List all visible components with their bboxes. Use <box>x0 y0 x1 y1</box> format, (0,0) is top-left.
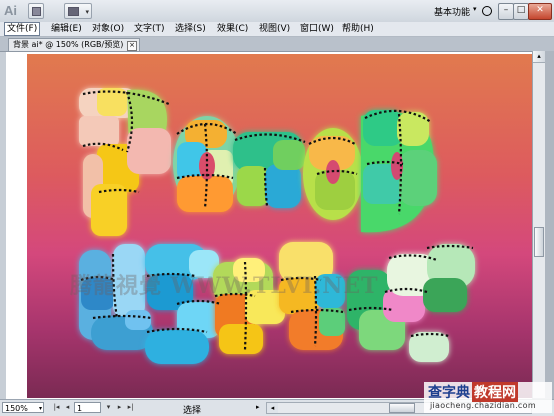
letter-s-bottom <box>145 244 221 364</box>
first-page-icon[interactable]: |◂ <box>52 403 61 412</box>
arrange-documents-button[interactable]: ▾ <box>64 3 92 19</box>
next-page-icon[interactable]: ▸ <box>115 403 124 412</box>
minimize-icon: – <box>503 5 509 15</box>
menu-type[interactable]: 文字(T) <box>132 23 167 35</box>
close-icon: ✕ <box>536 5 544 15</box>
letter-d-top <box>361 110 437 233</box>
site-name-text: 查字典 <box>428 385 470 401</box>
document-tab-title: 背景 ai* @ 150% (RGB/预览) <box>13 40 124 49</box>
app-logo: Ai <box>4 3 17 18</box>
last-page-icon[interactable]: ▸| <box>126 403 135 412</box>
menu-help[interactable]: 帮助(H) <box>340 23 376 35</box>
status-arrow-icon[interactable]: ▸ <box>256 403 260 411</box>
title-bar: Ai ▾ 基本功能 ▾ – □ ✕ <box>0 0 554 23</box>
letter-r-top <box>233 132 305 208</box>
site-watermark-badge: 查字典 教程网 jiaocheng.chazidian.com <box>424 382 552 413</box>
bridge-button[interactable] <box>28 3 44 19</box>
arrange-icon <box>68 7 79 16</box>
chevron-down-icon: ▾ <box>85 8 89 16</box>
letter-p-top <box>79 88 171 236</box>
artboard[interactable] <box>27 54 532 398</box>
workspace-switcher[interactable]: 基本功能 <box>434 5 470 18</box>
letter-o2-top <box>303 128 363 220</box>
vertical-scrollbar[interactable]: ▴ <box>532 51 545 398</box>
vertical-scroll-thumb[interactable] <box>534 227 544 257</box>
document-tab-strip: 背景 ai* @ 150% (RGB/预览) × <box>0 37 554 51</box>
status-tool-label[interactable]: 选择 <box>183 403 201 416</box>
close-button[interactable]: ✕ <box>528 3 552 20</box>
menu-edit[interactable]: 编辑(E) <box>49 23 84 35</box>
right-panel-edge <box>545 51 554 398</box>
maximize-button[interactable]: □ <box>513 3 529 20</box>
tab-close-icon[interactable]: × <box>127 41 137 51</box>
page-dropdown-icon[interactable]: ▾ <box>104 403 113 412</box>
canvas-watermark: 腾龍視覺 WWW.TLVI.NET <box>70 273 379 299</box>
prev-page-icon[interactable]: ◂ <box>63 403 72 412</box>
workspace-dropdown-icon[interactable]: ▾ <box>473 5 477 13</box>
maximize-icon: □ <box>516 5 526 15</box>
menu-window[interactable]: 窗口(W) <box>298 23 336 35</box>
patchwork-text-artwork[interactable] <box>27 54 532 398</box>
scroll-left-icon[interactable]: ◂ <box>267 403 278 413</box>
zoom-value: 150% <box>5 404 28 413</box>
menu-bar: 文件(F) 编辑(E) 对象(O) 文字(T) 选择(S) 效果(C) 视图(V… <box>0 22 554 37</box>
chevron-down-icon: ▾ <box>38 405 42 412</box>
site-name: 查字典 教程网 <box>428 382 518 402</box>
menu-select[interactable]: 选择(S) <box>173 23 208 35</box>
zoom-select[interactable]: 150% ▾ <box>2 402 44 413</box>
bridge-icon <box>32 7 41 16</box>
page-number: 1 <box>77 404 83 413</box>
menu-view[interactable]: 视图(V) <box>257 23 292 35</box>
site-tag: 教程网 <box>472 382 518 402</box>
document-tab[interactable]: 背景 ai* @ 150% (RGB/预览) × <box>8 38 140 51</box>
page-number-field[interactable]: 1 <box>74 402 101 413</box>
site-url: jiaocheng.chazidian.com <box>430 401 536 410</box>
canvas-left-edge <box>0 52 6 399</box>
menu-effect[interactable]: 效果(C) <box>215 23 250 35</box>
horizontal-scroll-thumb[interactable] <box>389 403 415 413</box>
letter-k-bottom <box>347 244 475 362</box>
menu-file[interactable]: 文件(F) <box>4 22 41 36</box>
search-icon[interactable] <box>482 6 492 16</box>
minimize-button[interactable]: – <box>498 3 514 20</box>
canvas-area[interactable]: 腾龍視覺 WWW.TLVI.NET <box>0 51 532 399</box>
scroll-up-icon[interactable]: ▴ <box>533 51 545 63</box>
menu-object[interactable]: 对象(O) <box>90 23 126 35</box>
